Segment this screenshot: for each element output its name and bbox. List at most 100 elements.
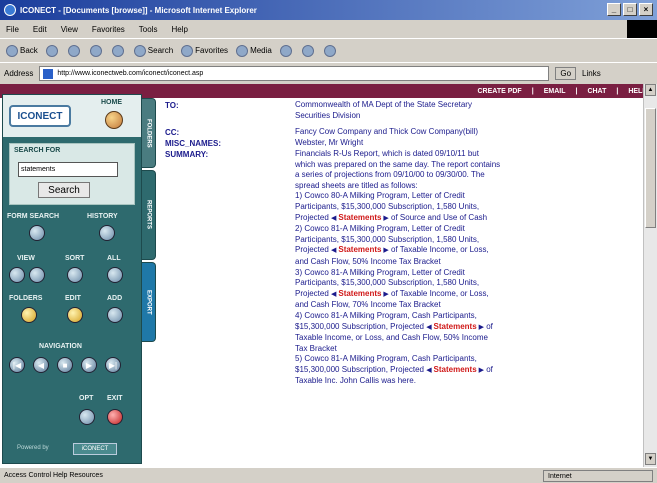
search-toolbar-button[interactable]: Search (133, 44, 173, 57)
media-label: Media (250, 45, 272, 55)
exit-button[interactable] (107, 409, 123, 425)
field-label-cc: CC: (165, 128, 180, 137)
refresh-icon (89, 44, 102, 57)
summary-line: Projected ◀ Statements ▶ of Taxable Inco… (295, 288, 489, 298)
history-label: HISTORY (87, 213, 118, 220)
next-page-button[interactable]: ▶ (81, 357, 97, 373)
stop-button[interactable] (67, 44, 82, 57)
prev-hit-arrow[interactable]: ◀ (426, 367, 433, 374)
home-button[interactable] (105, 111, 123, 129)
mail-button[interactable] (301, 44, 316, 57)
summary-line: Participants, $15,300,000 Subscription, … (295, 234, 480, 244)
close-button[interactable]: × (639, 3, 653, 16)
next-hit-arrow[interactable]: ▶ (477, 324, 484, 331)
summary-line: a series of projections from 09/10/00 to… (295, 170, 485, 180)
edit-button[interactable] (67, 307, 83, 323)
print-icon (323, 44, 336, 57)
history-button[interactable] (99, 225, 115, 241)
forward-icon (45, 44, 58, 57)
add-button[interactable] (107, 307, 123, 323)
summary-line: 2) Cowco 81-A Milking Program, Letter of… (295, 224, 465, 234)
search-label: SEARCH FOR (14, 147, 61, 154)
menu-help[interactable]: Help (171, 25, 187, 34)
home-label: HOME (101, 99, 122, 106)
scroll-up-arrow[interactable]: ▲ (645, 84, 656, 96)
view-list-button[interactable] (9, 267, 25, 283)
stop-navigation-button[interactable]: ■ (57, 357, 73, 373)
chat-link[interactable]: CHAT (587, 88, 606, 95)
email-link[interactable]: EMAIL (544, 88, 566, 95)
folders-button[interactable] (21, 307, 37, 323)
internet-zone-label: Internet (548, 472, 572, 480)
next-hit-arrow[interactable]: ▶ (381, 215, 388, 222)
navigation-label: NAVIGATION (39, 343, 82, 350)
logo-area: ICONECT HOME (3, 95, 141, 137)
search-hit: Statements (433, 364, 477, 374)
summary-line: Participants, $15,300,000 Subscription, … (295, 278, 480, 288)
summary-line: Projected ◀ Statements ▶ of Source and U… (295, 212, 488, 222)
all-button[interactable] (107, 267, 123, 283)
folders-label: FOLDERS (9, 295, 43, 302)
field-label-summary: SUMMARY: (165, 150, 209, 159)
back-icon (6, 44, 18, 57)
add-label: ADD (107, 295, 123, 302)
history-icon (279, 44, 292, 57)
address-field[interactable]: http://www.iconectweb.com/iconect/iconec… (39, 66, 550, 81)
favorites-button[interactable]: Favorites (181, 44, 229, 57)
vertical-scrollbar[interactable]: ▲ ▼ (643, 84, 657, 467)
nav-separator: | (575, 87, 578, 95)
favorites-label: Favorites (195, 45, 229, 55)
previous-page-button[interactable]: ◀ (33, 357, 49, 373)
search-input[interactable] (18, 162, 118, 177)
home-toolbar-button[interactable] (111, 44, 126, 57)
sort-label: SORT (65, 255, 85, 262)
next-hit-arrow[interactable]: ▶ (477, 367, 484, 374)
search-hit: Statements (338, 245, 382, 255)
prev-hit-arrow[interactable]: ◀ (426, 324, 433, 331)
media-button[interactable]: Media (236, 44, 272, 57)
history-toolbar-button[interactable] (279, 44, 294, 57)
last-page-button[interactable]: ▶| (105, 357, 121, 373)
menu-view[interactable]: View (61, 25, 78, 34)
menu-favorites[interactable]: Favorites (92, 25, 125, 34)
field-value-misc-names: Webster, Mr Wright (295, 138, 585, 149)
next-hit-arrow[interactable]: ▶ (381, 291, 388, 298)
menu-edit[interactable]: Edit (33, 25, 47, 34)
view-detail-button[interactable] (29, 267, 45, 283)
refresh-button[interactable] (89, 44, 104, 57)
media-icon (236, 44, 249, 57)
iconect-footer-button[interactable]: iCONECT (73, 443, 117, 455)
maximize-button[interactable]: □ (623, 3, 637, 16)
menu-tools[interactable]: Tools (139, 25, 158, 34)
create-pdf-link[interactable]: CREATE PDF (478, 88, 522, 95)
window-title: ICONECT - [Documents [browse]] - Microso… (20, 5, 257, 15)
options-button[interactable] (79, 409, 95, 425)
exit-label: EXIT (107, 395, 123, 402)
field-line: Fancy Cow Company and Thick Cow Company(… (295, 127, 479, 136)
next-hit-arrow[interactable]: ▶ (381, 247, 388, 254)
form-search-button[interactable] (29, 225, 45, 241)
scroll-thumb[interactable] (645, 108, 656, 228)
minimize-button[interactable]: _ (607, 3, 621, 16)
tab-export[interactable]: EXPORT (142, 262, 156, 342)
links-button[interactable]: Links (582, 69, 601, 78)
forward-button[interactable] (45, 44, 60, 57)
sort-button[interactable] (67, 267, 83, 283)
go-button[interactable]: Go (555, 67, 577, 80)
mail-icon (301, 44, 314, 57)
scroll-down-arrow[interactable]: ▼ (645, 453, 656, 465)
tab-reports[interactable]: REPORTS (142, 170, 156, 260)
left-panel: ICONECT HOME SEARCH FOR Search FORM SEAR… (2, 94, 142, 464)
search-button[interactable]: Search (38, 182, 90, 198)
menu-file[interactable]: File (6, 25, 19, 34)
print-button[interactable] (323, 44, 338, 57)
back-button[interactable]: Back (6, 44, 38, 57)
search-hit: Statements (338, 288, 382, 298)
tab-folders[interactable]: FOLDERS (142, 98, 156, 168)
document-view: TO: Commonwealth of MA Dept of the State… (165, 100, 635, 467)
first-page-button[interactable]: |◀ (9, 357, 25, 373)
iconect-logo: ICONECT (9, 105, 71, 127)
back-label: Back (20, 45, 38, 55)
stop-icon (67, 44, 80, 57)
field-line: Commonwealth of MA Dept of the State Sec… (295, 100, 472, 109)
